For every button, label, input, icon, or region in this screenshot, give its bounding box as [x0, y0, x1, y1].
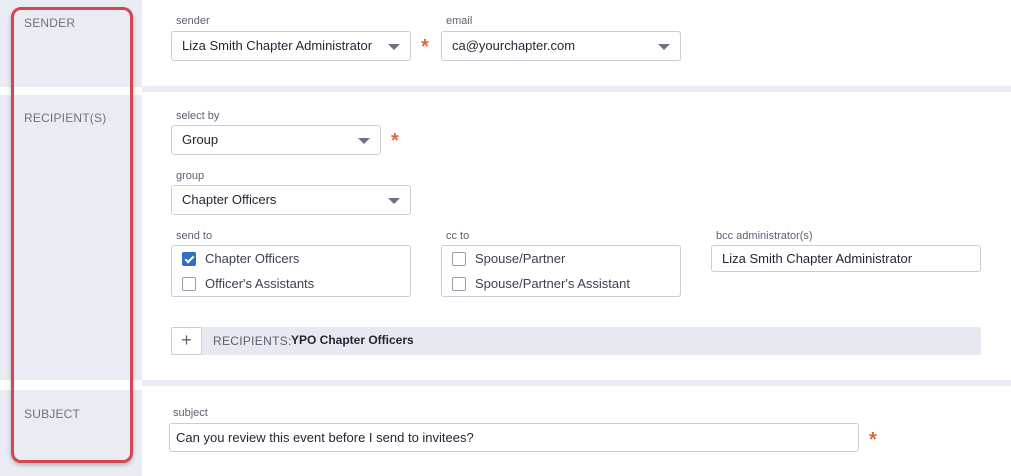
checkbox-label: Chapter Officers	[205, 251, 300, 266]
bcc-administrators-label: bcc administrator(s)	[716, 230, 813, 242]
email-select[interactable]: ca@yourchapter.com	[441, 31, 681, 61]
required-icon: *	[421, 36, 429, 58]
recipients-summary-bar: + RECIPIENTS: YPO Chapter Officers	[171, 327, 981, 355]
select-by-value: Group	[182, 132, 219, 147]
section-divider	[142, 86, 1011, 92]
chevron-down-icon	[388, 198, 400, 204]
subject-label: subject	[173, 407, 208, 419]
checkbox-unchecked-icon[interactable]	[182, 277, 196, 291]
checkbox-label: Officer's Assistants	[205, 276, 315, 291]
group-label: group	[176, 170, 205, 182]
email-select-value: ca@yourchapter.com	[452, 38, 576, 53]
required-icon: *	[391, 130, 399, 152]
subject-input[interactable]: Can you review this event before I send …	[169, 423, 859, 452]
chevron-down-icon	[658, 44, 670, 50]
required-icon: *	[869, 429, 877, 451]
group-select-value: Chapter Officers	[182, 192, 277, 207]
send-to-label: send to	[176, 230, 213, 242]
checkbox-label: Spouse/Partner	[475, 251, 566, 266]
checkbox-checked-icon[interactable]	[182, 252, 196, 266]
recipients-summary-label: RECIPIENTS:	[213, 334, 292, 348]
annotation-highlight-box	[11, 7, 133, 463]
send-to-checkbox-group: Chapter Officers Officer's Assistants	[171, 245, 411, 297]
chevron-down-icon	[388, 44, 400, 50]
select-by-select[interactable]: Group	[171, 125, 381, 155]
select-by-label: select by	[176, 110, 220, 122]
recipients-summary-value: YPO Chapter Officers	[291, 333, 414, 347]
chevron-down-icon	[358, 138, 370, 144]
bcc-administrators-field[interactable]: Liza Smith Chapter Administrator	[711, 245, 981, 272]
checkbox-unchecked-icon[interactable]	[452, 277, 466, 291]
checkbox-label: Spouse/Partner's Assistant	[475, 276, 630, 291]
section-divider	[142, 380, 1011, 386]
group-select[interactable]: Chapter Officers	[171, 185, 411, 215]
sender-select-value: Liza Smith Chapter Administrator	[182, 38, 373, 53]
sender-label: sender	[176, 15, 210, 27]
sender-select[interactable]: Liza Smith Chapter Administrator	[171, 31, 411, 61]
cc-to-label: cc to	[446, 230, 470, 242]
checkbox-unchecked-icon[interactable]	[452, 252, 466, 266]
cc-to-checkbox-group: Spouse/Partner Spouse/Partner's Assistan…	[441, 245, 681, 297]
add-recipients-button[interactable]: +	[171, 327, 202, 355]
email-label: email	[446, 15, 473, 27]
